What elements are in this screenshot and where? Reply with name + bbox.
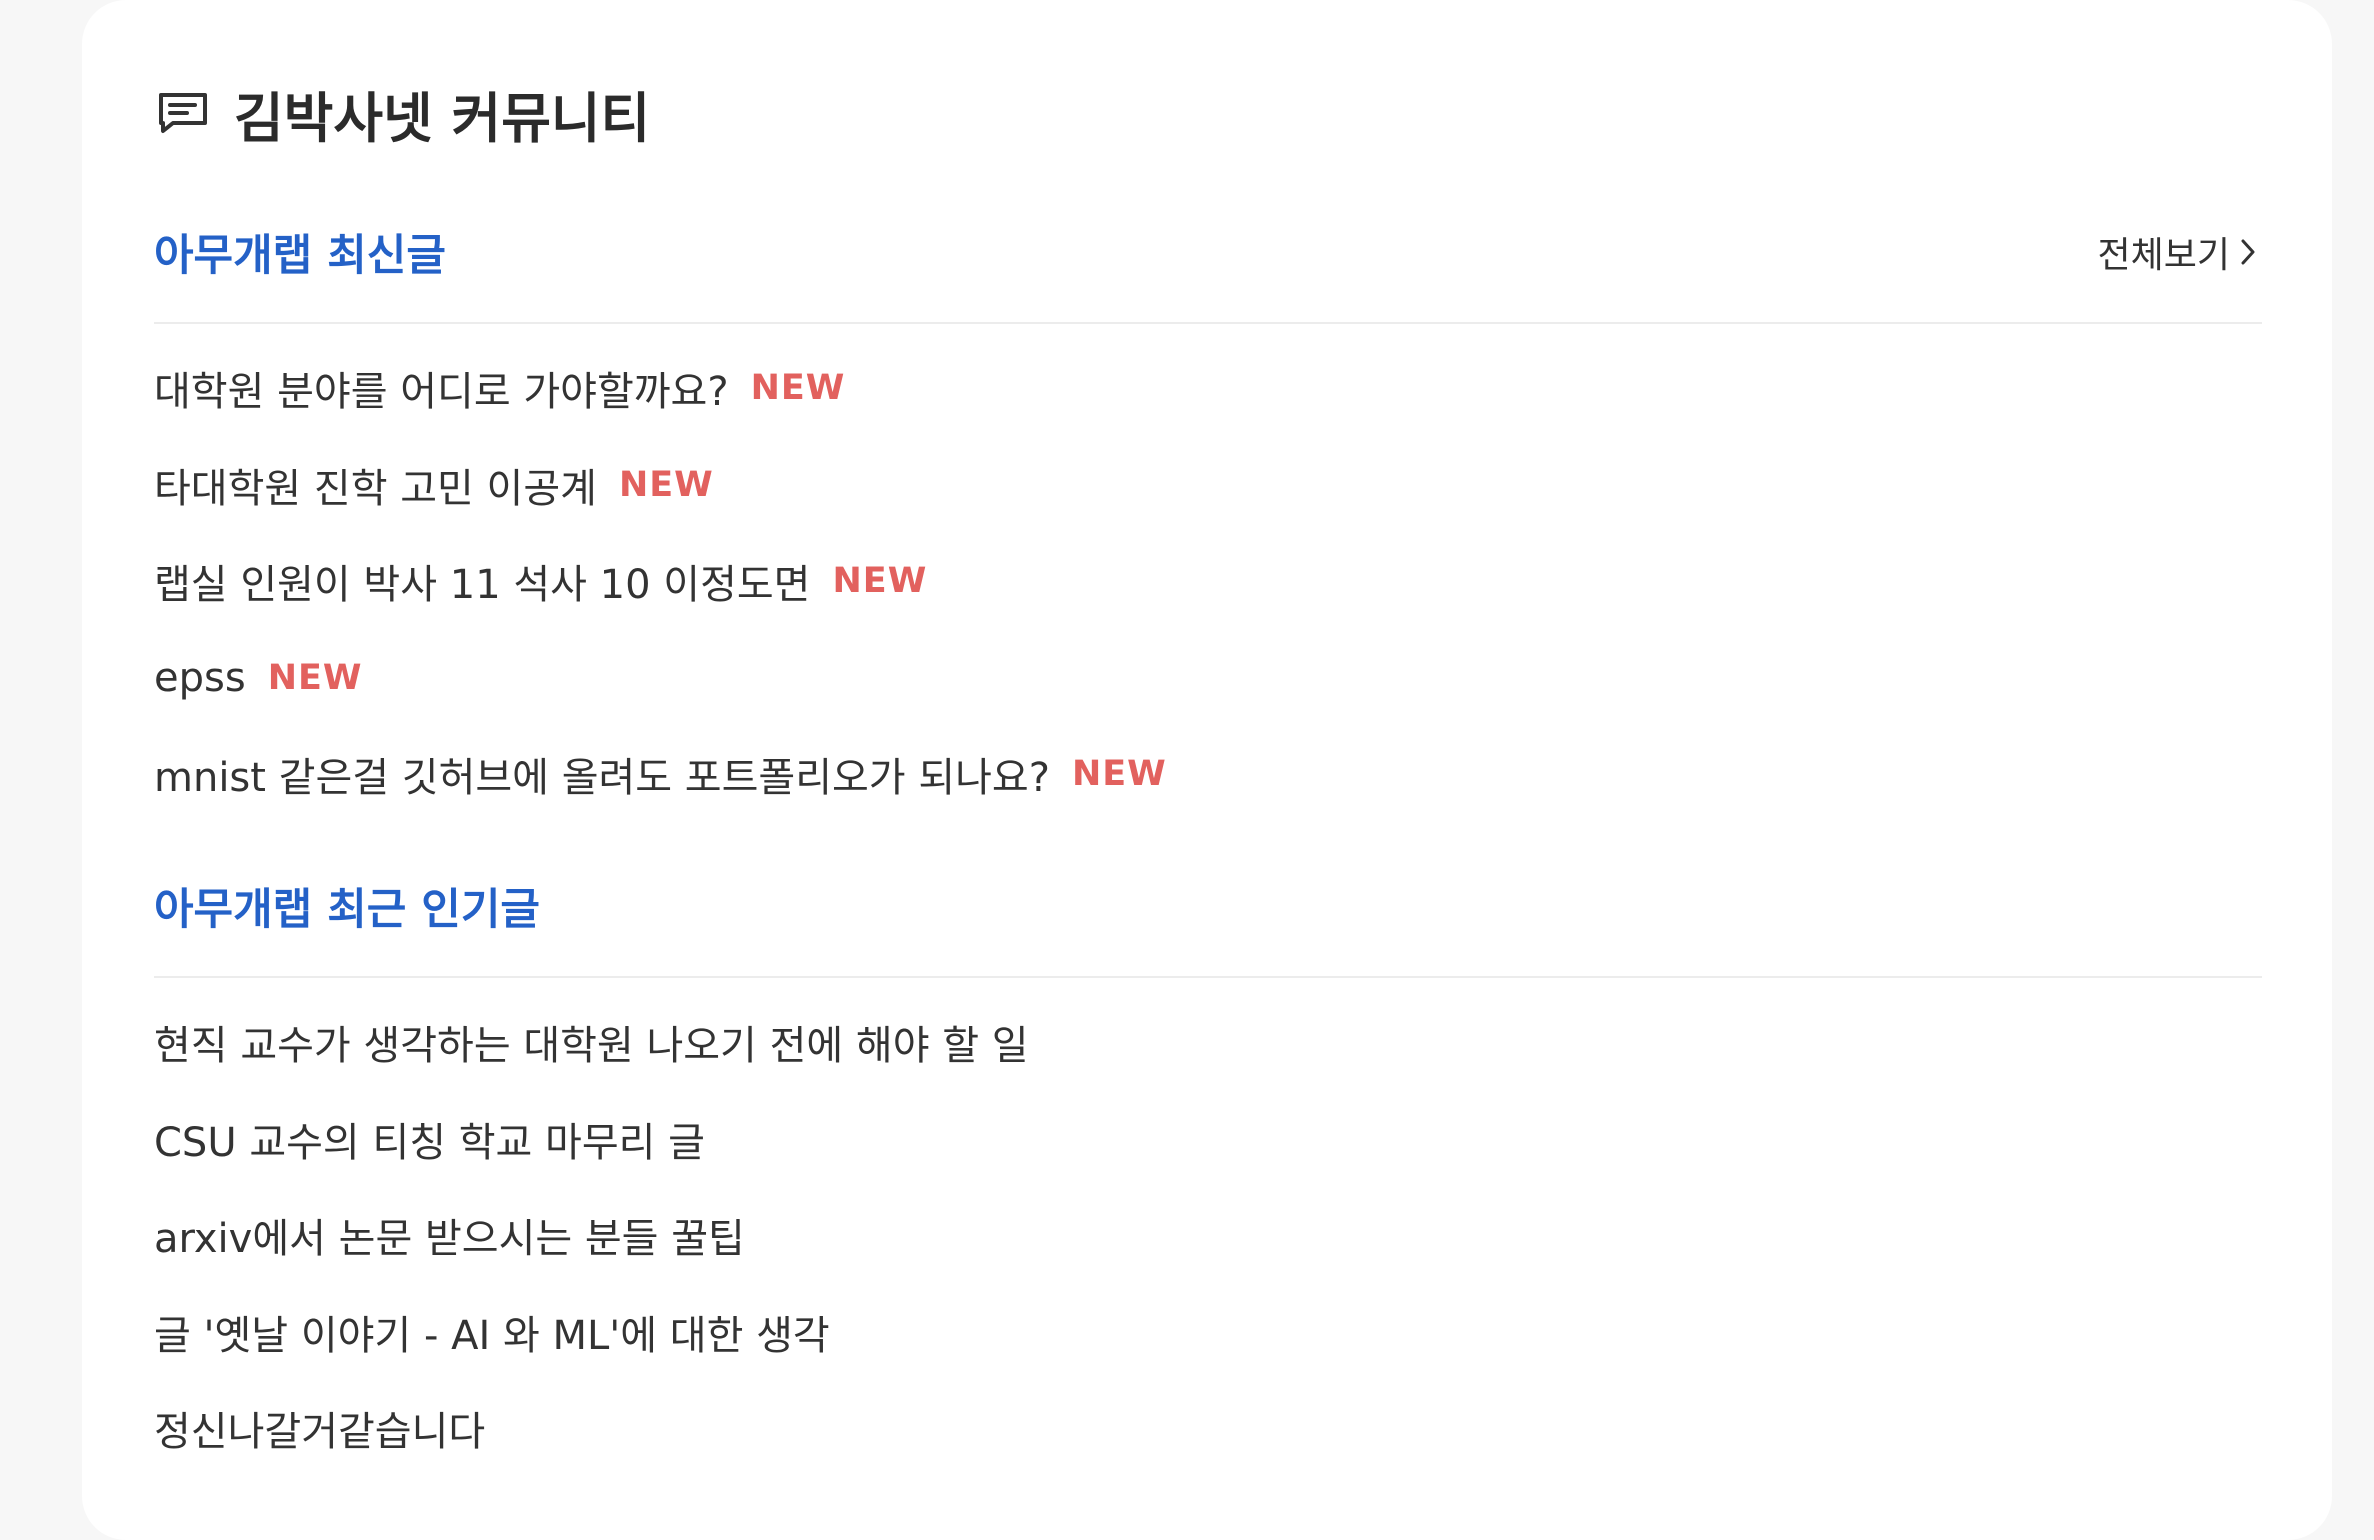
latest-posts-title[interactable]: 아무개랩 최신글: [154, 221, 446, 283]
popular-post-item[interactable]: 정신나갈거같습니다: [154, 1380, 2262, 1477]
chat-icon: [154, 84, 212, 142]
latest-posts-header: 아무개랩 최신글 전체보기: [154, 214, 2262, 324]
community-card: 김박사넷 커뮤니티 아무개랩 최신글 전체보기 대학원 분야를 어디로 가야할까…: [82, 0, 2332, 1540]
latest-post-item[interactable]: mnist 같은걸 깃허브에 올려도 포트폴리오가 되나요? NEW: [154, 726, 2262, 823]
post-title: 현직 교수가 생각하는 대학원 나오기 전에 해야 할 일: [154, 1023, 1029, 1070]
card-title: 김박사넷 커뮤니티: [234, 86, 651, 150]
post-title: epss: [154, 654, 246, 701]
latest-post-item[interactable]: 타대학원 진학 고민 이공계 NEW: [154, 437, 2262, 534]
new-badge: NEW: [618, 464, 714, 505]
new-badge: NEW: [832, 561, 928, 602]
post-title: 정신나갈거같습니다: [154, 1409, 486, 1456]
post-title: 글 '옛날 이야기 - AI 와 ML'에 대한 생각: [154, 1312, 830, 1359]
view-all-label: 전체보기: [2097, 235, 2230, 276]
popular-posts-title[interactable]: 아무개랩 최근 인기글: [154, 875, 540, 937]
card-header: 김박사넷 커뮤니티: [154, 68, 650, 158]
popular-post-item[interactable]: CSU 교수의 티칭 학교 마무리 글: [154, 1091, 2262, 1188]
post-title: 대학원 분야를 어디로 가야할까요?: [154, 369, 729, 416]
popular-post-item[interactable]: 글 '옛날 이야기 - AI 와 ML'에 대한 생각: [154, 1284, 2262, 1381]
post-title: mnist 같은걸 깃허브에 올려도 포트폴리오가 되나요?: [154, 755, 1050, 802]
view-all-link[interactable]: 전체보기: [2098, 226, 2262, 278]
popular-post-item[interactable]: 현직 교수가 생각하는 대학원 나오기 전에 해야 할 일: [154, 994, 2262, 1091]
post-title: 타대학원 진학 고민 이공계: [154, 465, 597, 512]
latest-posts-section: 아무개랩 최신글 전체보기 대학원 분야를 어디로 가야할까요? NEW 타대학…: [154, 214, 2262, 823]
latest-post-item[interactable]: 랩실 인원이 박사 11 석사 10 이정도면 NEW: [154, 533, 2262, 630]
post-title: CSU 교수의 티칭 학교 마무리 글: [154, 1119, 705, 1166]
popular-post-item[interactable]: arxiv에서 논문 받으시는 분들 꿀팁: [154, 1187, 2262, 1284]
latest-post-item[interactable]: epss NEW: [154, 630, 2262, 727]
popular-posts-header: 아무개랩 최근 인기글: [154, 868, 2262, 978]
new-badge: NEW: [750, 368, 846, 409]
new-badge: NEW: [267, 657, 363, 698]
new-badge: NEW: [1071, 754, 1167, 795]
post-title: 랩실 인원이 박사 11 석사 10 이정도면: [154, 562, 811, 609]
post-title: arxiv에서 논문 받으시는 분들 꿀팁: [154, 1216, 745, 1263]
chevron-right-icon: [2240, 234, 2262, 270]
popular-posts-section: 아무개랩 최근 인기글 현직 교수가 생각하는 대학원 나오기 전에 해야 할 …: [154, 868, 2262, 1477]
latest-post-list: 대학원 분야를 어디로 가야할까요? NEW 타대학원 진학 고민 이공계 NE…: [154, 340, 2262, 823]
latest-post-item[interactable]: 대학원 분야를 어디로 가야할까요? NEW: [154, 340, 2262, 437]
popular-post-list: 현직 교수가 생각하는 대학원 나오기 전에 해야 할 일 CSU 교수의 티칭…: [154, 994, 2262, 1477]
